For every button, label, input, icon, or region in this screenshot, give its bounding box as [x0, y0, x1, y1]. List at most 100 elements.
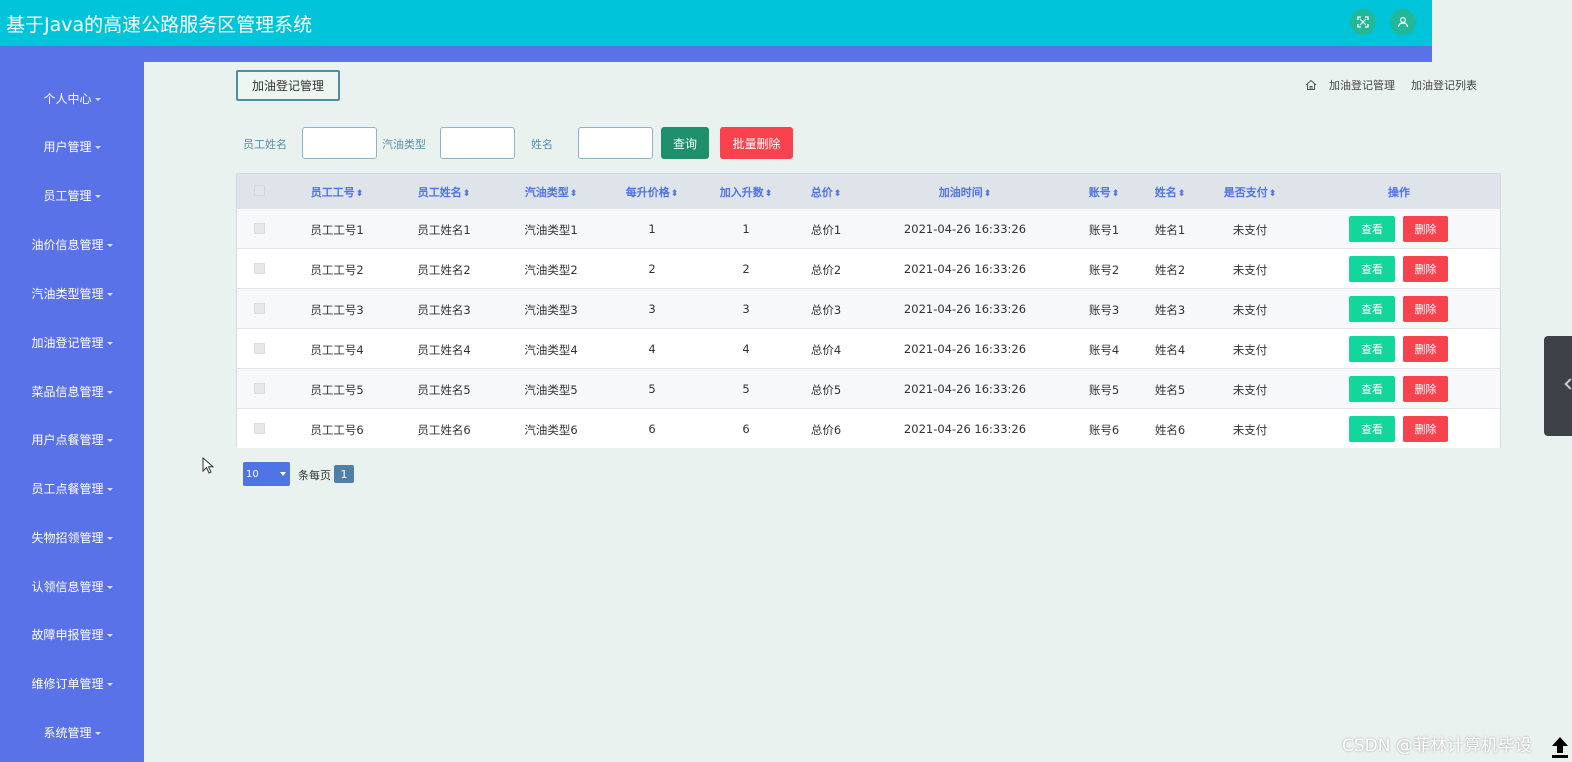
cell-name: 姓名5 — [1154, 383, 1186, 397]
table-row: 员工工号4 员工姓名4 汽油类型4 4 4 总价4 2021-04-26 16:33:26 账… — [237, 328, 1500, 368]
delete-button[interactable]: 删除 — [1403, 416, 1448, 442]
gasoline-type-input[interactable] — [440, 127, 515, 159]
view-button[interactable]: 查看 — [1349, 376, 1395, 402]
search-label-staff-name: 员工姓名 — [243, 138, 287, 151]
row-checkbox[interactable] — [254, 423, 265, 434]
row-checkbox[interactable] — [254, 383, 265, 394]
sidebar-item-label: 汽油类型管理 — [31, 286, 104, 301]
caret-down-icon — [106, 682, 113, 686]
column-header[interactable]: 员工工号⬍ — [311, 184, 364, 200]
column-header[interactable]: 加入升数⬍ — [720, 184, 773, 200]
table-row: 员工工号1 员工姓名1 汽油类型1 1 1 总价1 2021-04-26 16:33:26 账… — [237, 208, 1500, 248]
sort-icon: ⬍ — [833, 189, 842, 199]
cell-price-per-liter: 2 — [648, 262, 656, 276]
home-icon[interactable] — [1305, 79, 1317, 91]
sidebar-item-gasoline-type[interactable]: 汽油类型管理 — [0, 281, 144, 305]
column-header[interactable]: 账号⬍ — [1089, 184, 1120, 200]
view-button[interactable]: 查看 — [1349, 256, 1395, 282]
view-button[interactable]: 查看 — [1349, 416, 1395, 442]
page-tab[interactable]: 加油登记管理 — [236, 70, 340, 101]
fullscreen-icon[interactable] — [1350, 9, 1376, 35]
column-header[interactable]: 每升价格⬍ — [626, 184, 679, 200]
caret-down-icon — [106, 487, 113, 491]
delete-button[interactable]: 删除 — [1403, 376, 1448, 402]
select-all-checkbox[interactable] — [254, 185, 265, 196]
delete-button[interactable]: 删除 — [1403, 256, 1448, 282]
cell-payment-status: 未支付 — [1232, 423, 1268, 437]
sort-icon: ⬍ — [670, 189, 679, 199]
sidebar-item-staff-orders[interactable]: 员工点餐管理 — [0, 476, 144, 500]
cell-name: 姓名1 — [1154, 223, 1186, 237]
cell-price-per-liter: 5 — [648, 382, 656, 396]
cell-refuel-time: 2021-04-26 16:33:26 — [903, 262, 1027, 276]
cell-staff-id: 员工工号5 — [310, 383, 364, 397]
page-size-select[interactable]: 10 — [243, 462, 290, 486]
sidebar-item-user-management[interactable]: 用户管理 — [0, 134, 144, 158]
caret-down-icon — [94, 194, 101, 198]
column-header[interactable]: 员工姓名⬍ — [418, 184, 471, 200]
table-row: 员工工号5 员工姓名5 汽油类型5 5 5 总价5 2021-04-26 16:33:26 账… — [237, 368, 1500, 408]
column-header[interactable]: 姓名⬍ — [1155, 184, 1186, 200]
search-label-name: 姓名 — [531, 138, 553, 151]
user-icon[interactable] — [1390, 9, 1416, 35]
name-input[interactable] — [578, 127, 653, 159]
column-header[interactable]: 是否支付⬍ — [1224, 184, 1277, 200]
sidebar-item-oil-price[interactable]: 油价信息管理 — [0, 232, 144, 256]
sidebar-item-repair-orders[interactable]: 维修订单管理 — [0, 671, 144, 695]
row-checkbox[interactable] — [254, 223, 265, 234]
sidebar-item-lost-found[interactable]: 失物招领管理 — [0, 525, 144, 549]
cell-refuel-time: 2021-04-26 16:33:26 — [903, 302, 1027, 316]
caret-down-icon — [106, 243, 113, 247]
cell-staff-id: 员工工号2 — [310, 263, 364, 277]
top-bar: 基于Java的高速公路服务区管理系统 — [0, 0, 1432, 46]
column-header[interactable]: 汽油类型⬍ — [525, 184, 578, 200]
sidebar-item-user-orders[interactable]: 用户点餐管理 — [0, 427, 144, 451]
cell-staff-name: 员工姓名2 — [417, 263, 471, 277]
cell-refuel-time: 2021-04-26 16:33:26 — [903, 422, 1027, 436]
sidebar-item-system-management[interactable]: 系统管理 — [0, 720, 144, 744]
batch-delete-button[interactable]: 批量删除 — [720, 127, 793, 159]
page-number-button[interactable]: 1 — [334, 465, 354, 483]
cell-staff-name: 员工姓名4 — [417, 343, 471, 357]
row-checkbox[interactable] — [254, 343, 265, 354]
sidebar-item-personal-center[interactable]: 个人中心 — [0, 86, 144, 110]
row-checkbox[interactable] — [254, 303, 265, 314]
column-header[interactable]: 加油时间⬍ — [939, 184, 992, 200]
breadcrumb-item: 加油登记列表 — [1411, 79, 1477, 92]
cell-liters: 3 — [742, 302, 750, 316]
cell-account: 账号1 — [1088, 223, 1120, 237]
cell-gasoline-type: 汽油类型1 — [524, 223, 578, 237]
staff-name-input[interactable] — [302, 127, 377, 159]
cell-gasoline-type: 汽油类型3 — [524, 303, 578, 317]
sidebar-item-staff-management[interactable]: 员工管理 — [0, 183, 144, 207]
side-collapse-panel[interactable] — [1544, 336, 1572, 436]
breadcrumb-item[interactable]: 加油登记管理 — [1329, 77, 1395, 93]
cell-name: 姓名6 — [1154, 423, 1186, 437]
table-row: 员工工号6 员工姓名6 汽油类型6 6 6 总价6 2021-04-26 16:33:26 账… — [237, 408, 1500, 448]
delete-button[interactable]: 删除 — [1403, 216, 1448, 242]
query-button[interactable]: 查询 — [661, 127, 709, 159]
cell-price-per-liter: 4 — [648, 342, 656, 356]
sidebar-item-claim-info[interactable]: 认领信息管理 — [0, 574, 144, 598]
sort-icon: ⬍ — [983, 189, 992, 199]
cell-liters: 2 — [742, 262, 750, 276]
caret-down-icon — [94, 97, 101, 101]
sidebar-item-dish-info[interactable]: 菜品信息管理 — [0, 379, 144, 403]
caret-down-icon — [106, 292, 113, 296]
sidebar-item-fault-report[interactable]: 故障申报管理 — [0, 622, 144, 646]
column-header[interactable]: 总价⬍ — [811, 184, 842, 200]
view-button[interactable]: 查看 — [1349, 216, 1395, 242]
sidebar-item-label: 用户管理 — [43, 139, 92, 154]
cell-payment-status: 未支付 — [1232, 223, 1268, 237]
page-size-label: 条每页 — [298, 469, 331, 482]
page-size-value: 10 — [246, 468, 259, 480]
view-button[interactable]: 查看 — [1349, 296, 1395, 322]
watermark-text: CSDN @菲林计算机毕设 — [1342, 736, 1532, 756]
caret-down-icon — [106, 438, 113, 442]
delete-button[interactable]: 删除 — [1403, 296, 1448, 322]
cell-liters: 4 — [742, 342, 750, 356]
view-button[interactable]: 查看 — [1349, 336, 1395, 362]
sidebar-item-refuel-registration[interactable]: 加油登记管理 — [0, 330, 144, 354]
delete-button[interactable]: 删除 — [1403, 336, 1448, 362]
row-checkbox[interactable] — [254, 263, 265, 274]
